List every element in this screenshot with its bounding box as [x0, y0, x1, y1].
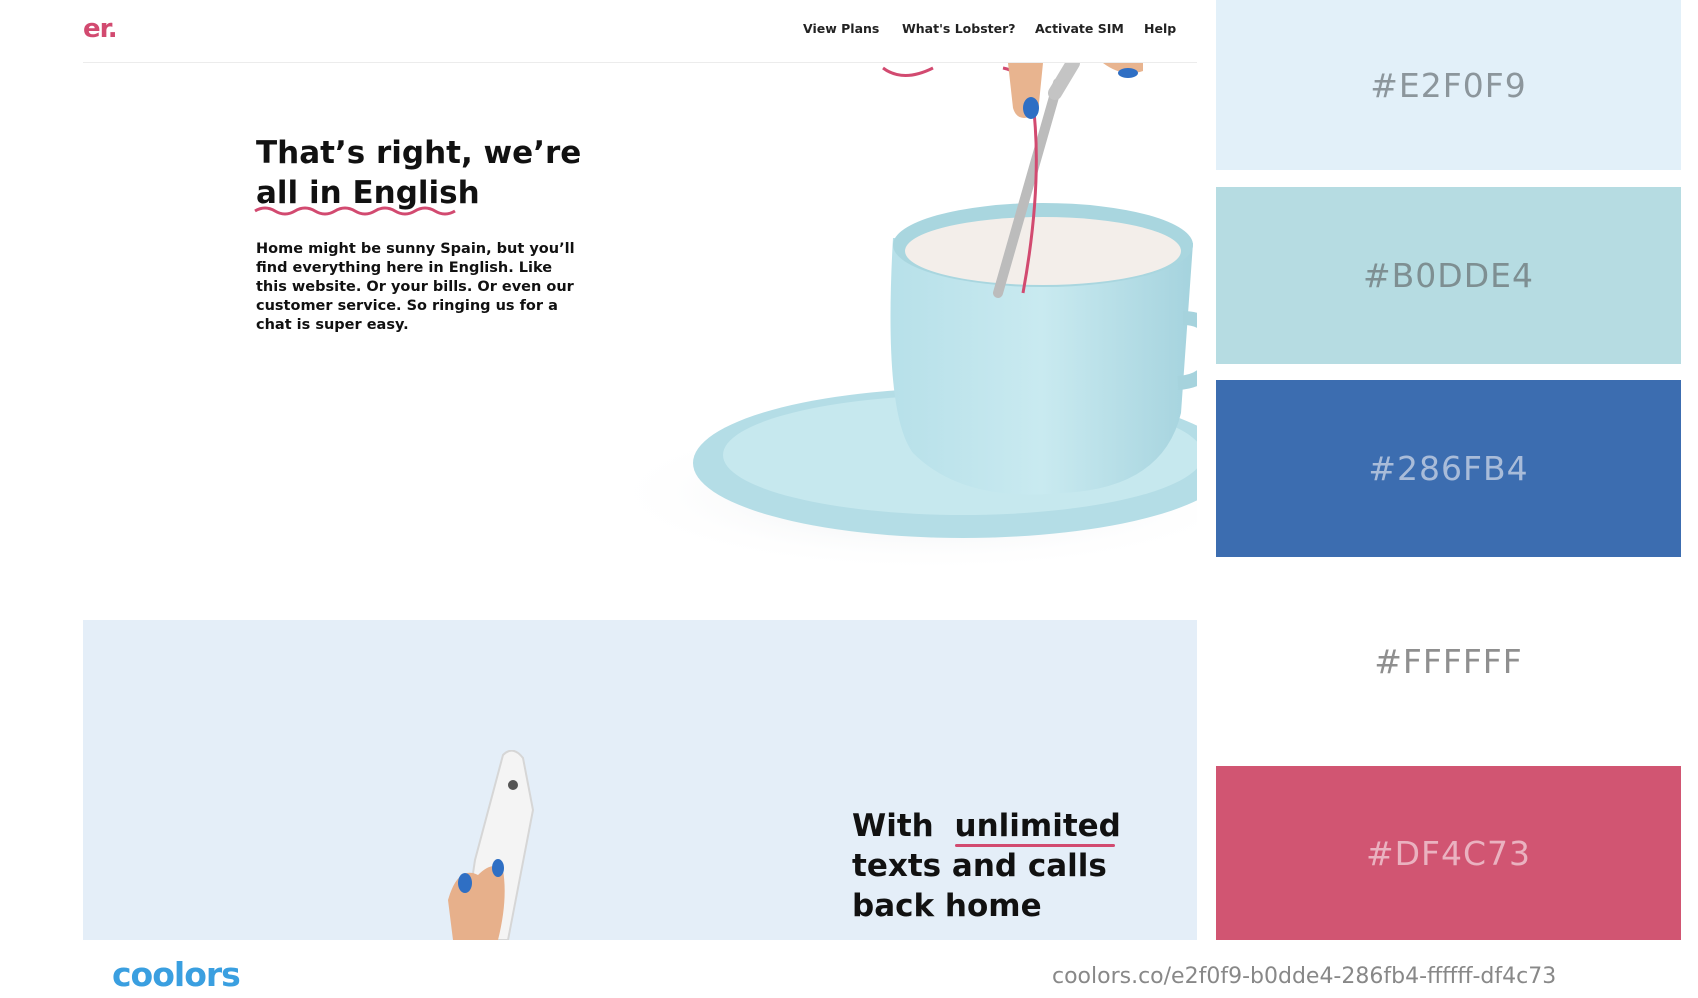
swatch-3[interactable]: #286FB4 [1216, 380, 1681, 557]
nav-activate-sim[interactable]: Activate SIM [1035, 21, 1124, 36]
teacup-image [603, 63, 1197, 573]
nav-help[interactable]: Help [1144, 21, 1176, 36]
swatch-5[interactable]: #DF4C73 [1216, 766, 1681, 940]
hero-body-text: Home might be sunny Spain, but you’ll fi… [256, 241, 575, 333]
phone-hand-image [448, 750, 535, 940]
swatch-2[interactable]: #B0DDE4 [1216, 187, 1681, 364]
feature-band: With unlimited texts and calls back home [83, 620, 1197, 940]
band-title-line1: With unlimited [852, 806, 1172, 846]
band-title-prefix: With [852, 808, 945, 844]
swatch-1[interactable]: #E2F0F9 [1216, 0, 1681, 170]
site-logo[interactable]: er. [83, 14, 118, 44]
palette-url[interactable]: coolors.co/e2f0f9-b0dde4-286fb4-ffffff-d… [1052, 964, 1556, 989]
swatch-1-hex: #E2F0F9 [1370, 65, 1527, 105]
squiggle-underline [254, 206, 456, 216]
nav-whats-lobster[interactable]: What's Lobster? [902, 21, 1016, 36]
swatch-4-hex: #FFFFFF [1374, 642, 1523, 681]
hero-title: That’s right, we’re all in English [256, 133, 596, 213]
website-screenshot: er. View Plans What's Lobster? Activate … [83, 0, 1197, 940]
highlight-underline [955, 844, 1115, 847]
band-title-line3: back home [852, 888, 1042, 924]
swatch-2-hex: #B0DDE4 [1363, 256, 1534, 295]
hero-section: That’s right, we’re all in English Home … [83, 63, 1197, 618]
site-navbar: er. View Plans What's Lobster? Activate … [83, 0, 1197, 63]
swatch-5-hex: #DF4C73 [1365, 833, 1532, 873]
nav-view-plans[interactable]: View Plans [803, 21, 879, 36]
swatch-3-hex: #286FB4 [1368, 449, 1529, 488]
band-title: With unlimited texts and calls back home [852, 806, 1172, 926]
swatch-4[interactable]: #FFFFFF [1216, 573, 1681, 750]
band-title-line2: texts and calls [852, 848, 1107, 884]
band-title-highlight: unlimited [954, 808, 1121, 844]
coolors-logo[interactable]: coolors [112, 955, 241, 994]
hero-title-line1: That’s right, we’re [256, 135, 582, 171]
